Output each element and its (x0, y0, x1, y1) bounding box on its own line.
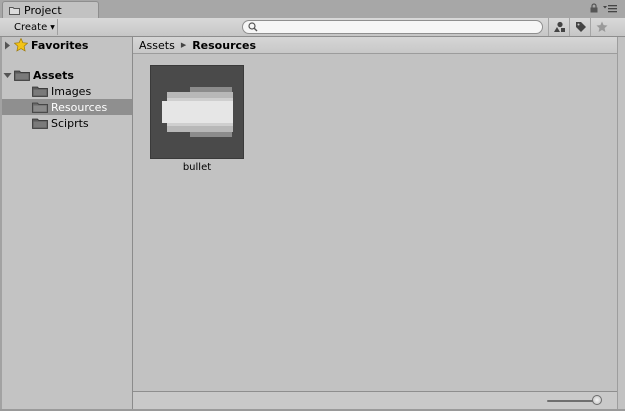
expand-arrow-icon[interactable] (2, 41, 12, 50)
tree-item-favorites[interactable]: Favorites (2, 37, 132, 53)
search-input[interactable] (258, 22, 531, 32)
tree-item-images[interactable]: Images (2, 83, 132, 99)
lock-icon[interactable] (590, 3, 598, 13)
collapse-arrow-icon[interactable] (2, 72, 12, 79)
folder-tree: Favorites Assets Images Resources Sciprt… (2, 37, 132, 409)
folder-label: Sciprts (51, 116, 89, 130)
assets-label: Assets (33, 68, 74, 82)
search-field[interactable] (242, 20, 543, 34)
folder-icon (14, 70, 30, 81)
project-tab[interactable]: Project (2, 1, 99, 18)
filter-by-label-icon (575, 22, 586, 32)
filter-by-type-button[interactable] (548, 18, 570, 36)
breadcrumb-separator-icon: ▶ (180, 41, 187, 49)
search-icon (248, 22, 258, 32)
folder-label: Images (51, 84, 92, 98)
tab-strip: Project (0, 0, 625, 19)
toolbar: Create ▼ (0, 18, 625, 37)
project-tab-icon (9, 6, 20, 15)
create-button[interactable]: Create ▼ (8, 19, 58, 35)
window-controls (590, 3, 617, 13)
asset-thumbnail[interactable] (150, 65, 244, 159)
breadcrumb-root[interactable]: Assets (139, 39, 175, 52)
asset-name[interactable]: bullet (150, 162, 244, 173)
tree-item-resources[interactable]: Resources (2, 99, 132, 115)
status-bar (133, 391, 617, 409)
folder-icon (32, 86, 48, 97)
favorites-label: Favorites (31, 38, 89, 52)
tree-item-assets[interactable]: Assets (2, 67, 132, 83)
star-icon (596, 21, 607, 32)
bullet-sprite-icon (162, 87, 233, 137)
folder-label: Resources (51, 100, 108, 114)
zoom-slider-thumb[interactable] (591, 395, 602, 405)
menu-icon[interactable] (603, 4, 617, 13)
folder-icon (32, 118, 48, 129)
filter-by-label-button[interactable] (569, 18, 591, 36)
asset-browser: Assets ▶ Resources bullet (133, 37, 617, 391)
favorites-filter-button[interactable] (590, 18, 612, 36)
breadcrumb-current[interactable]: Resources (192, 39, 256, 52)
vertical-scrollbar[interactable] (617, 37, 625, 411)
folder-icon (32, 102, 48, 113)
create-label: Create (14, 21, 48, 33)
star-icon (14, 38, 28, 52)
tree-item-sciprts[interactable]: Sciprts (2, 115, 132, 131)
chevron-down-icon: ▼ (50, 24, 55, 31)
breadcrumb: Assets ▶ Resources (133, 37, 617, 54)
tab-title: Project (24, 3, 62, 17)
filter-by-type-icon (554, 21, 565, 32)
